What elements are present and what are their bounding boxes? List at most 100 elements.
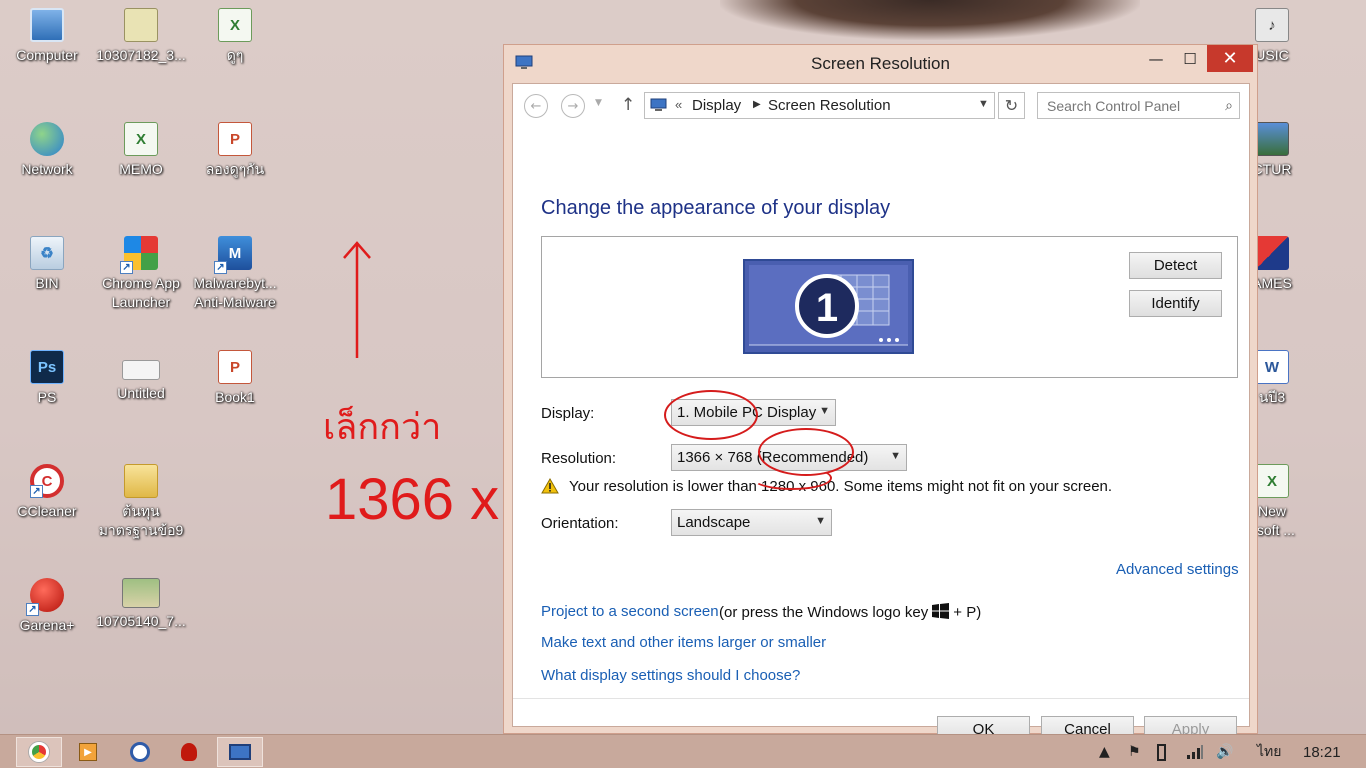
desktop-icon-label: BIN: [35, 275, 59, 291]
desktop-icon-untitled[interactable]: Untitled: [95, 350, 187, 403]
games-icon: [1255, 236, 1289, 270]
folder-icon: [124, 464, 158, 498]
identify-button[interactable]: Identify: [1129, 290, 1222, 317]
detect-button[interactable]: Detect: [1129, 252, 1222, 279]
refresh-icon: ↻: [1004, 96, 1019, 115]
desktop-icon-label-line2: Launcher: [111, 294, 171, 310]
search-input[interactable]: Search Control Panel ⌕: [1037, 92, 1240, 119]
desktop-icon-label: ลองดูๆกัน: [205, 161, 265, 177]
make-text-larger-link[interactable]: Make text and other items larger or smal…: [541, 634, 826, 651]
taskbar-media-player[interactable]: ▶: [65, 737, 111, 767]
search-icon[interactable]: ⌕: [1225, 97, 1233, 114]
screen-resolution-window: Screen Resolution — ☐ ✕ ← → ▼ ↑ « Displa…: [503, 44, 1258, 743]
resolution-warning-text: Your resolution is lower than 1280 x 960…: [569, 478, 1113, 495]
malwarebytes-icon: M ↗: [214, 236, 252, 274]
advanced-settings-link[interactable]: Advanced settings: [1116, 561, 1239, 578]
desktop-icon-file-10705140[interactable]: 10705140_7...: [95, 578, 187, 631]
project-hint-label: (or press the Windows logo key: [719, 604, 929, 621]
desktop-icon-book1[interactable]: P Book1: [189, 350, 281, 407]
project-hint-text: (or press the Windows logo key + P): [719, 603, 981, 621]
desktop-icon-file-dudu[interactable]: X ดูๆ: [189, 8, 281, 65]
desktop-icon-label: Network: [21, 161, 73, 177]
shortcut-arrow-icon: ↗: [120, 261, 133, 274]
monitor-1-icon[interactable]: 1: [743, 259, 914, 354]
desktop-icon-label: ดูๆ: [226, 47, 244, 63]
desktop-icon-label: 10307182_3...: [96, 47, 186, 63]
image-file-icon: [122, 360, 160, 380]
desktop-icon-folder-tontun[interactable]: ต้นทุน มาตรฐานข้อ9: [95, 464, 187, 540]
desktop-icon-memo[interactable]: X MEMO: [95, 122, 187, 179]
shortcut-arrow-icon: ↗: [30, 485, 43, 498]
image-file-icon: [122, 578, 160, 608]
page-title: Change the appearance of your display: [541, 197, 891, 219]
taskbar-screen-resolution[interactable]: [217, 737, 263, 767]
window-titlebar[interactable]: Screen Resolution — ☐ ✕: [504, 45, 1257, 83]
notepad-file-icon: [124, 8, 158, 42]
orientation-select[interactable]: Landscape ▼: [671, 509, 832, 536]
shortcut-arrow-icon: ↗: [26, 603, 39, 616]
breadcrumb-display[interactable]: Display: [692, 97, 741, 114]
address-bar[interactable]: « Display ▶ Screen Resolution ▼: [644, 92, 995, 119]
desktop-icon-chrome-app-launcher[interactable]: ↗ Chrome App Launcher: [95, 236, 187, 312]
desktop-icon-longduukan[interactable]: P ลองดูๆกัน: [189, 122, 281, 179]
maximize-button[interactable]: ☐: [1173, 45, 1207, 72]
excel-file-icon: X: [218, 8, 252, 42]
chrome-app-launcher-icon: ↗: [120, 236, 158, 274]
garena-icon: ↗: [26, 578, 64, 616]
forward-button[interactable]: →: [561, 94, 585, 118]
breadcrumb-screen-resolution[interactable]: Screen Resolution: [768, 97, 891, 114]
desktop-icon-label: CCleaner: [17, 503, 77, 519]
music-icon: ♪: [1255, 8, 1289, 42]
desktop-icon-label: PS: [37, 389, 57, 405]
battery-shape: [1157, 743, 1166, 761]
windows-logo-icon: [932, 603, 950, 619]
taskbar-chrome[interactable]: [16, 737, 62, 767]
breadcrumb-overflow[interactable]: «: [675, 97, 682, 112]
desktop-icon-network[interactable]: Network: [1, 122, 93, 179]
chevron-down-icon: ▼: [890, 450, 901, 462]
desktop-icon-label: Book1: [215, 389, 255, 405]
eye-app-icon: [130, 742, 150, 762]
back-button[interactable]: ←: [524, 94, 548, 118]
pictures-icon: [1255, 122, 1289, 156]
garena-icon: [181, 743, 197, 761]
desktop-icon-label: MEMO: [119, 161, 163, 177]
footer-divider: [513, 698, 1249, 699]
desktop-icon-file-10307182[interactable]: 10307182_3...: [95, 8, 187, 65]
show-hidden-icons-button[interactable]: ▲: [1099, 735, 1110, 768]
network-signal-icon[interactable]: [1186, 735, 1204, 768]
taskbar-garena[interactable]: [166, 737, 212, 767]
refresh-button[interactable]: ↻: [998, 92, 1025, 119]
arrow-up-icon: ↑: [621, 95, 636, 115]
chevron-down-icon: ▼: [815, 515, 826, 527]
desktop-icon-label: Malwarebyt...: [193, 275, 277, 291]
battery-icon[interactable]: [1157, 735, 1166, 768]
volume-icon[interactable]: 🔊: [1216, 735, 1233, 768]
monitor-number: 1: [816, 286, 838, 330]
desktop-icon-label: Garena+: [19, 617, 75, 633]
chrome-icon: [29, 742, 49, 762]
annotation-circle-tail: [752, 466, 832, 490]
desktop-icon-computer[interactable]: Computer: [1, 8, 93, 65]
taskbar: ▶ ▲ ⚑ 🔊 ไทย 18:21: [0, 734, 1366, 768]
what-display-settings-link[interactable]: What display settings should I choose?: [541, 667, 800, 684]
wallpaper-hair: [720, 0, 1140, 40]
taskbar-app-eye[interactable]: [117, 737, 163, 767]
desktop-icon-recycle-bin[interactable]: ♻ BIN: [1, 236, 93, 293]
desktop-icon-label: 10705140_7...: [96, 613, 186, 629]
address-dropdown-icon[interactable]: ▼: [978, 98, 989, 110]
minimize-button[interactable]: —: [1139, 45, 1173, 72]
desktop-icon-garena[interactable]: ↗ Garena+: [1, 578, 93, 635]
desktop-icon-ccleaner[interactable]: C ↗ CCleaner: [1, 464, 93, 521]
action-center-flag-icon[interactable]: ⚑: [1128, 735, 1141, 768]
clock[interactable]: 18:21: [1303, 735, 1341, 768]
input-language-button[interactable]: ไทย: [1257, 735, 1281, 768]
recent-locations-button[interactable]: ▼: [595, 98, 602, 108]
breadcrumb-separator-icon[interactable]: ▶: [753, 99, 761, 110]
desktop-icon-malwarebytes[interactable]: M ↗ Malwarebyt... Anti-Malware: [189, 236, 281, 312]
up-button[interactable]: ↑: [621, 95, 635, 115]
desktop-icon-label: Computer: [16, 47, 78, 63]
close-button[interactable]: ✕: [1207, 45, 1253, 72]
project-second-screen-link[interactable]: Project to a second screen: [541, 603, 719, 620]
desktop-icon-photoshop[interactable]: Ps PS: [1, 350, 93, 407]
